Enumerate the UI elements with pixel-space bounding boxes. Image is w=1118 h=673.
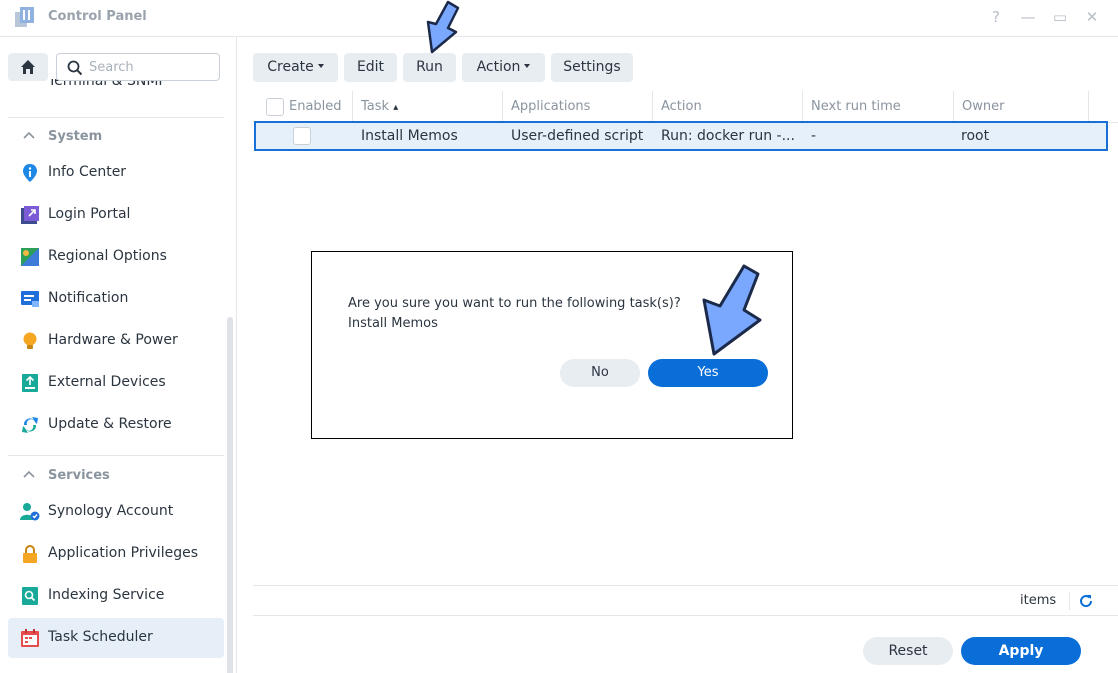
lightbulb-icon: [23, 332, 37, 349]
cell-owner: root: [961, 128, 990, 144]
sidebar: Terminal & SNMP System Info Center Login…: [0, 37, 237, 673]
enabled-checkbox[interactable]: [293, 127, 311, 145]
sidebar-item-label: Application Privileges: [48, 545, 198, 561]
settings-button[interactable]: Settings: [551, 53, 633, 82]
chevron-up-icon: [23, 131, 35, 139]
items-count-label: items: [1020, 593, 1057, 608]
footer-divider: [1069, 592, 1070, 610]
chevron-up-icon: [23, 470, 35, 478]
calendar-icon: [21, 629, 39, 647]
sidebar-item-label: Update & Restore: [48, 416, 172, 432]
annotation-arrow-icon: [702, 264, 762, 356]
update-restore-icon: [22, 417, 38, 433]
sidebar-item-regional-options[interactable]: Regional Options: [8, 237, 224, 277]
apply-button[interactable]: Apply: [961, 637, 1081, 665]
section-header-system[interactable]: System: [8, 123, 224, 153]
sort-ascending-icon: ▴: [393, 102, 399, 113]
sidebar-item-label: Info Center: [48, 164, 127, 180]
sidebar-item-synology-account[interactable]: Synology Account: [8, 492, 224, 532]
maximize-icon[interactable]: ▭: [1050, 6, 1070, 28]
no-button[interactable]: No: [560, 359, 640, 387]
sidebar-item-label: Task Scheduler: [48, 629, 153, 645]
annotation-arrow-icon: [426, 0, 460, 54]
sidebar-item-application-privileges[interactable]: Application Privileges: [8, 534, 224, 574]
action-button[interactable]: Action: [462, 53, 545, 82]
action-bar: Reset Apply: [253, 628, 1118, 673]
login-portal-icon: [21, 206, 39, 224]
dialog-message: Are you sure you want to run the followi…: [348, 294, 681, 334]
column-header-owner[interactable]: Owner: [954, 91, 1089, 123]
home-icon: [21, 60, 35, 74]
lock-icon: [23, 545, 37, 563]
sidebar-item-task-scheduler[interactable]: Task Scheduler: [8, 618, 224, 658]
cell-next-run-time: -: [811, 128, 817, 144]
sidebar-item-update-restore[interactable]: Update & Restore: [8, 405, 224, 445]
home-button[interactable]: [8, 53, 48, 81]
dialog-task-name: Install Memos: [348, 316, 438, 331]
close-icon[interactable]: ✕: [1082, 6, 1102, 28]
search-field[interactable]: [56, 53, 220, 81]
edit-button[interactable]: Edit: [344, 53, 397, 82]
sidebar-divider: [8, 117, 224, 118]
column-header-task[interactable]: Task ▴: [353, 91, 503, 123]
sidebar-item-label: Synology Account: [48, 503, 174, 519]
help-icon[interactable]: ?: [986, 6, 1006, 28]
table-footer: items: [253, 585, 1118, 616]
info-icon: [23, 164, 37, 182]
sidebar-item-login-portal[interactable]: Login Portal: [8, 195, 224, 235]
minimize-icon[interactable]: —: [1018, 6, 1038, 28]
sidebar-item-label: Regional Options: [48, 248, 167, 264]
cell-action: Run: docker run -...: [661, 128, 795, 144]
cell-task: Install Memos: [361, 128, 458, 144]
column-header-applications[interactable]: Applications: [503, 91, 653, 123]
sidebar-item-label: Hardware & Power: [48, 332, 178, 348]
synology-account-icon: [20, 503, 40, 521]
reset-button[interactable]: Reset: [863, 637, 953, 665]
sidebar-item-label: Indexing Service: [48, 587, 165, 603]
sidebar-item-info-center[interactable]: Info Center: [8, 153, 224, 193]
select-all-checkbox[interactable]: [266, 98, 284, 116]
sidebar-item-notification[interactable]: Notification: [8, 279, 224, 319]
regional-options-icon: [21, 248, 39, 266]
search-icon: [67, 60, 83, 76]
table-row[interactable]: Install Memos User-defined script Run: d…: [254, 121, 1108, 151]
search-input[interactable]: [89, 58, 213, 76]
column-header-action[interactable]: Action: [653, 91, 803, 123]
indexing-service-icon: [22, 587, 38, 605]
sidebar-item-external-devices[interactable]: External Devices: [8, 363, 224, 403]
sidebar-item-label: Login Portal: [48, 206, 131, 222]
table-header: Enabled Task ▴ Applications Action Next …: [253, 91, 1118, 123]
window-title: Control Panel: [48, 9, 147, 24]
caret-down-icon: [317, 64, 324, 68]
sidebar-divider: [8, 455, 224, 456]
sidebar-item-label: External Devices: [48, 374, 166, 390]
cell-applications: User-defined script: [511, 128, 644, 144]
title-bar: Control Panel ? — ▭ ✕: [0, 0, 1118, 37]
notification-icon: [21, 291, 39, 307]
sidebar-item-label: Notification: [48, 290, 129, 306]
sidebar-item-indexing-service[interactable]: Indexing Service: [8, 576, 224, 616]
sidebar-scrollbar[interactable]: [227, 317, 233, 673]
refresh-icon[interactable]: [1077, 592, 1095, 610]
caret-down-icon: [524, 64, 531, 68]
column-header-next-run-time[interactable]: Next run time: [803, 91, 954, 123]
section-header-services[interactable]: Services: [8, 462, 224, 492]
yes-button[interactable]: Yes: [648, 359, 768, 387]
control-panel-icon: [15, 7, 34, 27]
run-button[interactable]: Run: [403, 53, 456, 82]
sidebar-item-hardware-power[interactable]: Hardware & Power: [8, 321, 224, 361]
external-devices-icon: [22, 374, 38, 392]
create-button[interactable]: Create: [253, 53, 338, 82]
